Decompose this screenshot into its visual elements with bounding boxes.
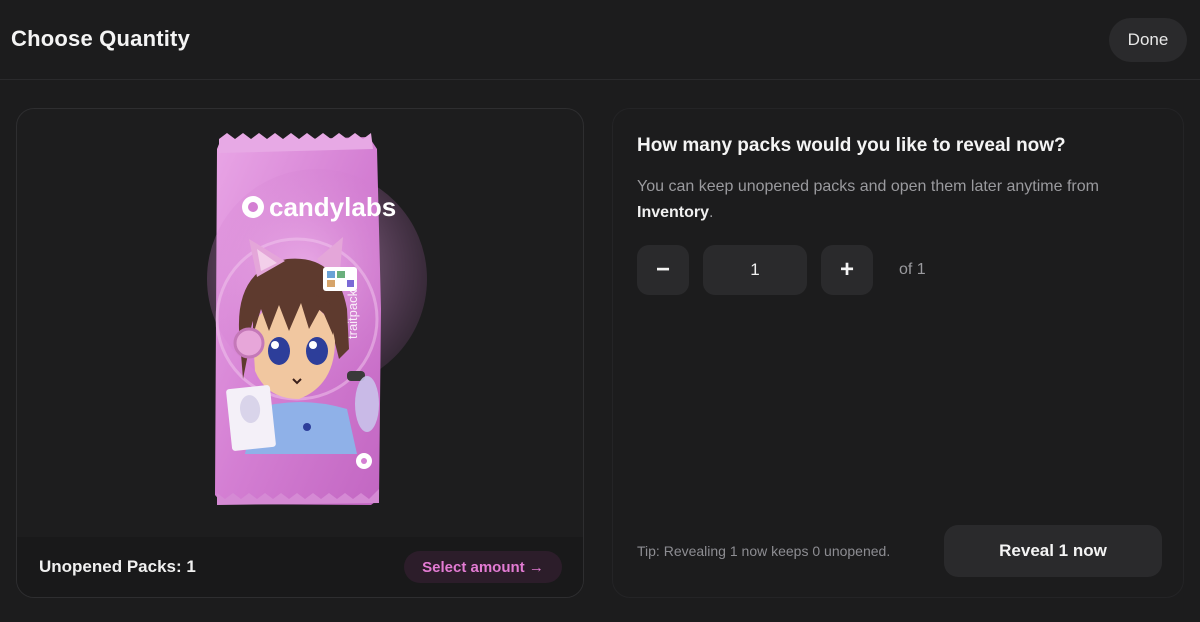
desc-text: You can keep unopened packs and open the…: [637, 178, 1099, 195]
trait-pack-image: candylabs traitpack: [207, 133, 427, 505]
desc-end: .: [709, 204, 714, 221]
quantity-input[interactable]: [703, 245, 807, 295]
select-amount-button[interactable]: Select amount →: [404, 551, 562, 583]
inventory-link[interactable]: Inventory: [637, 204, 709, 221]
done-button[interactable]: Done: [1109, 18, 1187, 62]
pack-footer: Unopened Packs: 1 Select amount →: [17, 537, 583, 597]
brand-text: candylabs: [269, 192, 396, 222]
reveal-panel: How many packs would you like to reveal …: [612, 108, 1184, 598]
reveal-question: How many packs would you like to reveal …: [637, 135, 1066, 156]
reveal-tip: Tip: Revealing 1 now keeps 0 unopened.: [637, 543, 891, 559]
reveal-description: You can keep unopened packs and open the…: [637, 174, 1157, 226]
decrement-button[interactable]: −: [637, 245, 689, 295]
reveal-now-button[interactable]: Reveal 1 now: [944, 525, 1162, 577]
pack-card: candylabs traitpack Unopened Packs: 1 Se…: [16, 108, 584, 598]
header-bar: Choose Quantity Done: [0, 0, 1200, 80]
page-title: Choose Quantity: [11, 26, 191, 51]
increment-button[interactable]: +: [821, 245, 873, 295]
quantity-max-label: of 1: [899, 261, 926, 278]
pack-preview: candylabs traitpack: [17, 109, 583, 537]
unopened-packs-label: Unopened Packs: 1: [39, 557, 196, 576]
